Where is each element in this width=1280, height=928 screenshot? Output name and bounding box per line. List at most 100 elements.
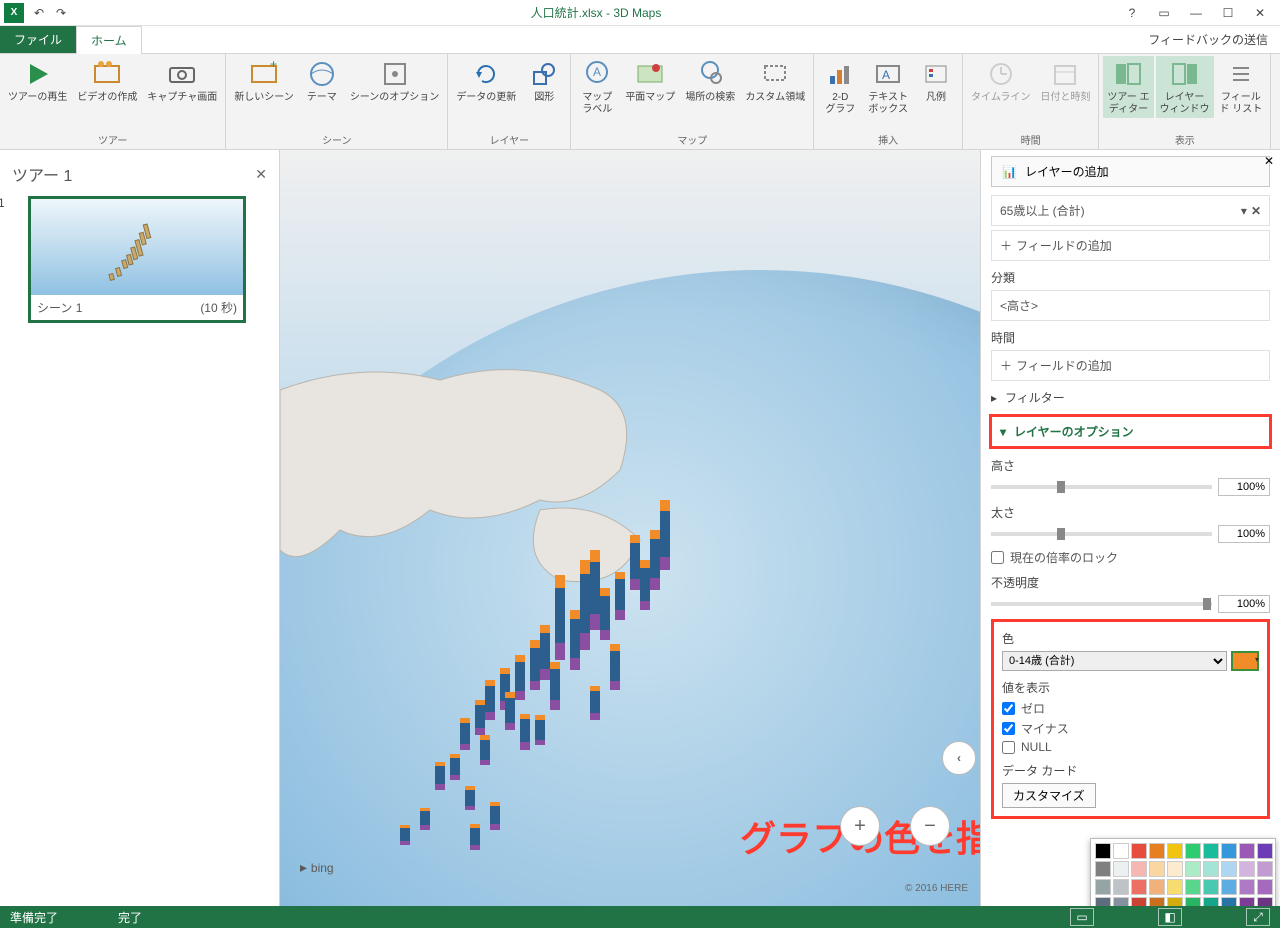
color-swatch[interactable] bbox=[1185, 843, 1201, 859]
color-swatch[interactable] bbox=[1113, 897, 1129, 906]
color-swatch[interactable] bbox=[1221, 897, 1237, 906]
data-bar[interactable] bbox=[660, 500, 670, 570]
color-swatch[interactable] bbox=[1095, 897, 1111, 906]
create-video-button[interactable]: ビデオの作成 bbox=[73, 56, 141, 106]
color-swatch[interactable] bbox=[1203, 861, 1219, 877]
filter-expander[interactable]: ▸ フィルター bbox=[991, 385, 1270, 410]
help-button[interactable]: ? bbox=[1120, 3, 1144, 23]
capture-screen-button[interactable]: キャプチャ画面 bbox=[143, 56, 221, 106]
color-swatch[interactable] bbox=[1167, 879, 1183, 895]
undo-button[interactable]: ↶ bbox=[28, 2, 50, 24]
color-swatch[interactable] bbox=[1203, 897, 1219, 906]
color-swatch[interactable] bbox=[1149, 879, 1165, 895]
data-bar[interactable] bbox=[600, 588, 610, 640]
layer-window-button[interactable]: レイヤーウィンドウ bbox=[1156, 56, 1214, 118]
new-scene-button[interactable]: +新しいシーン bbox=[230, 56, 298, 106]
color-swatch[interactable] bbox=[1167, 843, 1183, 859]
flat-map-button[interactable]: 平面マップ bbox=[621, 56, 679, 106]
color-swatch[interactable] bbox=[1257, 843, 1273, 859]
legend-button[interactable]: 凡例 bbox=[914, 56, 958, 106]
color-swatch[interactable] bbox=[1149, 861, 1165, 877]
add-layer-button[interactable]: 📊 レイヤーの追加 bbox=[991, 156, 1270, 187]
color-swatch[interactable] bbox=[1149, 843, 1165, 859]
data-bar[interactable] bbox=[640, 560, 650, 610]
lock-scale-checkbox[interactable]: 現在の倍率のロック bbox=[991, 549, 1270, 566]
thickness-slider[interactable] bbox=[991, 532, 1212, 536]
data-bar[interactable] bbox=[465, 786, 475, 810]
color-swatch[interactable] bbox=[1221, 879, 1237, 895]
ribbon-options-button[interactable]: ▭ bbox=[1152, 3, 1176, 23]
color-swatch[interactable] bbox=[1203, 843, 1219, 859]
feedback-link[interactable]: フィードバックの送信 bbox=[1136, 26, 1280, 53]
scene-options-button[interactable]: シーンのオプション bbox=[346, 56, 444, 106]
data-bar[interactable] bbox=[610, 644, 620, 690]
view-mode-1[interactable]: ▭ bbox=[1070, 908, 1094, 926]
data-bar[interactable] bbox=[550, 662, 560, 710]
color-swatch-button[interactable] bbox=[1231, 651, 1259, 671]
text-box-button[interactable]: Aテキストボックス bbox=[864, 56, 912, 118]
color-swatch[interactable] bbox=[1113, 843, 1129, 859]
color-swatch[interactable] bbox=[1185, 861, 1201, 877]
data-bar[interactable] bbox=[490, 802, 500, 830]
data-bar[interactable] bbox=[450, 754, 460, 780]
color-swatch[interactable] bbox=[1095, 861, 1111, 877]
data-bar[interactable] bbox=[400, 825, 410, 845]
color-swatch[interactable] bbox=[1203, 879, 1219, 895]
time-add-field[interactable]: ＋ フィールドの追加 bbox=[991, 350, 1270, 381]
data-bar[interactable] bbox=[485, 680, 495, 720]
opacity-value[interactable]: 100% bbox=[1218, 595, 1270, 613]
color-swatch[interactable] bbox=[1131, 897, 1147, 906]
close-button[interactable]: ✕ bbox=[1248, 3, 1272, 23]
layer-pane-close[interactable]: ✕ bbox=[1264, 154, 1274, 168]
data-bar[interactable] bbox=[520, 714, 530, 750]
color-swatch[interactable] bbox=[1257, 897, 1273, 906]
field-list-button[interactable]: フィールド リスト bbox=[1216, 56, 1267, 118]
tab-file[interactable]: ファイル bbox=[0, 26, 76, 53]
color-swatch[interactable] bbox=[1113, 879, 1129, 895]
color-field-select[interactable]: 0-14歳 (合計) bbox=[1002, 651, 1227, 671]
data-bar[interactable] bbox=[530, 640, 540, 690]
data-bar[interactable] bbox=[650, 530, 660, 590]
color-swatch[interactable] bbox=[1221, 843, 1237, 859]
view-mode-2[interactable]: ◧ bbox=[1158, 908, 1182, 926]
minimize-button[interactable]: — bbox=[1184, 3, 1208, 23]
map-view[interactable]: ▸ bing © 2016 HERE グラフの色を指定 ˄ ‹ › ˅ + − bbox=[280, 150, 980, 906]
layer-options-expander[interactable]: ▾ レイヤーのオプション bbox=[989, 414, 1272, 449]
data-bar[interactable] bbox=[590, 550, 600, 630]
tab-home[interactable]: ホーム bbox=[76, 26, 142, 54]
customize-button[interactable]: カスタマイズ bbox=[1002, 783, 1096, 808]
color-swatch[interactable] bbox=[1131, 843, 1147, 859]
color-swatch[interactable] bbox=[1239, 879, 1255, 895]
color-swatch[interactable] bbox=[1257, 861, 1273, 877]
color-swatch[interactable] bbox=[1239, 861, 1255, 877]
redo-button[interactable]: ↷ bbox=[50, 2, 72, 24]
color-swatch[interactable] bbox=[1113, 861, 1129, 877]
field-dropdown-icon[interactable]: ▾ bbox=[1241, 204, 1247, 218]
zoom-out-button[interactable]: − bbox=[910, 806, 950, 846]
play-tour-button[interactable]: ツアーの再生 bbox=[4, 56, 71, 106]
map-labels-button[interactable]: Aマップラベル bbox=[575, 56, 619, 118]
color-swatch[interactable] bbox=[1185, 897, 1201, 906]
field-remove-icon[interactable]: ✕ bbox=[1251, 204, 1261, 218]
category-selector[interactable]: <高さ> bbox=[991, 290, 1270, 321]
color-swatch[interactable] bbox=[1239, 843, 1255, 859]
tour-pane-close[interactable]: ✕ bbox=[255, 166, 267, 183]
rotate-left-button[interactable]: ‹ bbox=[942, 741, 976, 775]
data-bar[interactable] bbox=[435, 762, 445, 790]
negative-checkbox[interactable]: マイナス bbox=[1002, 720, 1259, 737]
theme-button[interactable]: テーマ bbox=[300, 56, 344, 106]
refresh-data-button[interactable]: データの更新 bbox=[452, 56, 520, 106]
scene-card[interactable]: シーン 1 (10 秒) bbox=[28, 196, 246, 323]
color-swatch[interactable] bbox=[1239, 897, 1255, 906]
opacity-slider[interactable] bbox=[991, 602, 1212, 606]
height-slider[interactable] bbox=[991, 485, 1212, 489]
color-swatch[interactable] bbox=[1167, 897, 1183, 906]
zoom-in-button[interactable]: + bbox=[840, 806, 880, 846]
maximize-button[interactable]: ☐ bbox=[1216, 3, 1240, 23]
data-bar[interactable] bbox=[630, 535, 640, 590]
data-bar[interactable] bbox=[420, 808, 430, 830]
data-bar[interactable] bbox=[535, 715, 545, 745]
data-bar[interactable] bbox=[460, 718, 470, 750]
data-bar[interactable] bbox=[470, 824, 480, 850]
height-field-row[interactable]: 65歳以上 (合計) ▾ ✕ bbox=[991, 195, 1270, 226]
